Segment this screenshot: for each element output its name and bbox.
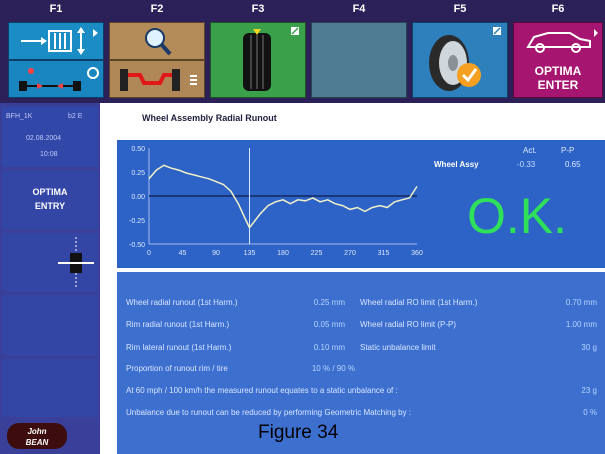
car-outline-icon	[526, 29, 598, 53]
row3-label: Rim lateral runout (1st Harm.)	[126, 343, 232, 352]
row4-label: Proportion of runout rim / tire	[126, 364, 228, 373]
time-text: 10:08	[40, 151, 58, 158]
row2-value: 0.05 mm	[313, 320, 345, 329]
magnifier-icon	[145, 28, 172, 56]
logo-line-1: John	[27, 427, 47, 436]
row1-label2: Wheel radial RO limit (1st Harm.)	[360, 298, 478, 307]
x-tick-label: 90	[212, 250, 220, 257]
search-button[interactable]	[109, 22, 205, 60]
wheel-balance-button[interactable]	[8, 22, 104, 60]
f2-label: F2	[150, 3, 164, 15]
x-tick-label: 0	[147, 250, 151, 257]
axle-settings-button[interactable]	[109, 60, 205, 98]
y-tick-label: -0.25	[129, 218, 145, 225]
f1-label: F1	[49, 3, 63, 15]
y-tick-label: 0.00	[131, 194, 145, 201]
optima-entry-line1: OPTIMA	[32, 187, 68, 197]
f1-key[interactable]: F1	[8, 0, 104, 103]
row5-value: 23 g	[581, 386, 597, 395]
row2-label: Rim radial runout (1st Harm.)	[126, 320, 230, 329]
f4-label: F4	[352, 3, 366, 15]
axle-runout-icon	[19, 67, 99, 91]
f2-key[interactable]: F2	[109, 0, 205, 103]
x-tick-label: 45	[179, 250, 187, 257]
optima-entry-box[interactable]: OPTIMA ENTRY	[2, 171, 98, 229]
f5-key[interactable]: F5	[412, 0, 508, 103]
function-key-bar: F1 F2 F3 F4 F5 F6 OPTIMA ENTER	[0, 0, 605, 103]
f5-label: F5	[453, 3, 467, 15]
x-tick-label: 315	[378, 250, 390, 257]
wheel-check-icon	[429, 27, 501, 91]
enter-text: ENTER	[537, 78, 579, 92]
f3-key[interactable]: F3	[210, 0, 306, 103]
f3-label: F3	[251, 3, 265, 15]
act-value: -0.33	[517, 160, 536, 169]
act-header: Act.	[523, 146, 537, 155]
left-empty-box-1	[2, 295, 98, 355]
axle-button[interactable]	[8, 60, 104, 98]
x-tick-label: 270	[344, 250, 356, 257]
main-content: Wheel Assembly Radial Runout 0.50 0.25 0.0…	[100, 103, 605, 454]
row1-label: Wheel radial runout (1st Harm.)	[126, 298, 238, 307]
x-tick-label: 225	[311, 250, 323, 257]
date-text: 02.08.2004	[26, 135, 62, 142]
result-ok: O.K.	[467, 188, 568, 244]
tire-tread-button[interactable]	[210, 22, 306, 98]
y-tick-label: 0.25	[131, 170, 145, 177]
wheel-position-box[interactable]	[2, 233, 98, 291]
row5-label: At 60 mph / 100 km/h the measured runout…	[126, 386, 398, 395]
pp-header: P-P	[561, 146, 575, 155]
optima-enter-button[interactable]: OPTIMA ENTER	[513, 22, 603, 98]
wheel-assy-label: Wheel Assy	[434, 160, 479, 169]
logo-line-2: BEAN	[25, 438, 49, 447]
left-empty-box-2	[2, 359, 98, 417]
f4-key[interactable]: F4	[311, 0, 407, 103]
wheel-position-icon	[58, 237, 94, 287]
data-panel: Wheel radial runout (1st Harm.) 0.25 mm …	[117, 272, 605, 454]
red-axle-icon	[120, 69, 197, 91]
optima-entry-line2: ENTRY	[34, 201, 66, 211]
x-tick-label: 180	[277, 250, 289, 257]
row2-value2: 1.00 mm	[565, 320, 597, 329]
vehicle-id: BFH_1K	[6, 113, 33, 120]
tire-tread-icon	[243, 27, 299, 91]
figure-caption: Figure 34	[258, 422, 339, 443]
row4-value: 10 % / 90 %	[311, 364, 355, 373]
vehicle-info-box: BFH_1K b2 E 02.08.2004 10:08	[2, 107, 98, 167]
f6-label: F6	[551, 3, 565, 15]
chart-panel: 0.50 0.25 0.00 -0.25 -0.50 0 45 90 135 180 225 270 3…	[117, 140, 605, 268]
row2-label2: Wheel radial RO limit (P-P)	[360, 320, 457, 329]
optima-text: OPTIMA	[534, 64, 582, 78]
brand-logo: John BEAN	[7, 423, 67, 449]
row3-label2: Static unbalance limit	[360, 343, 436, 352]
row1-value2: 0.70 mm	[565, 298, 597, 307]
page-title: Wheel Assembly Radial Runout	[142, 113, 277, 123]
f6-key[interactable]: F6 OPTIMA ENTER	[513, 0, 603, 103]
x-tick-label: 135	[244, 250, 256, 257]
row6-label: Unbalance due to runout can be reduced b…	[126, 408, 412, 417]
pp-value: 0.65	[565, 160, 581, 169]
row3-value2: 30 g	[581, 343, 597, 352]
x-tick-label: 360	[411, 250, 423, 257]
y-tick-label: 0.50	[131, 146, 145, 153]
wheel-ok-button[interactable]	[412, 22, 508, 98]
row1-value: 0.25 mm	[313, 298, 345, 307]
f4-empty-button[interactable]	[311, 22, 407, 98]
vehicle-code: b2 E	[68, 113, 83, 120]
row3-value: 0.10 mm	[313, 343, 345, 352]
left-panel: BFH_1K b2 E 02.08.2004 10:08 OPTIMA ENTR…	[0, 103, 100, 454]
row6-value: 0 %	[583, 408, 597, 417]
balance-arrows-icon	[21, 27, 98, 55]
y-tick-label: -0.50	[129, 242, 145, 249]
